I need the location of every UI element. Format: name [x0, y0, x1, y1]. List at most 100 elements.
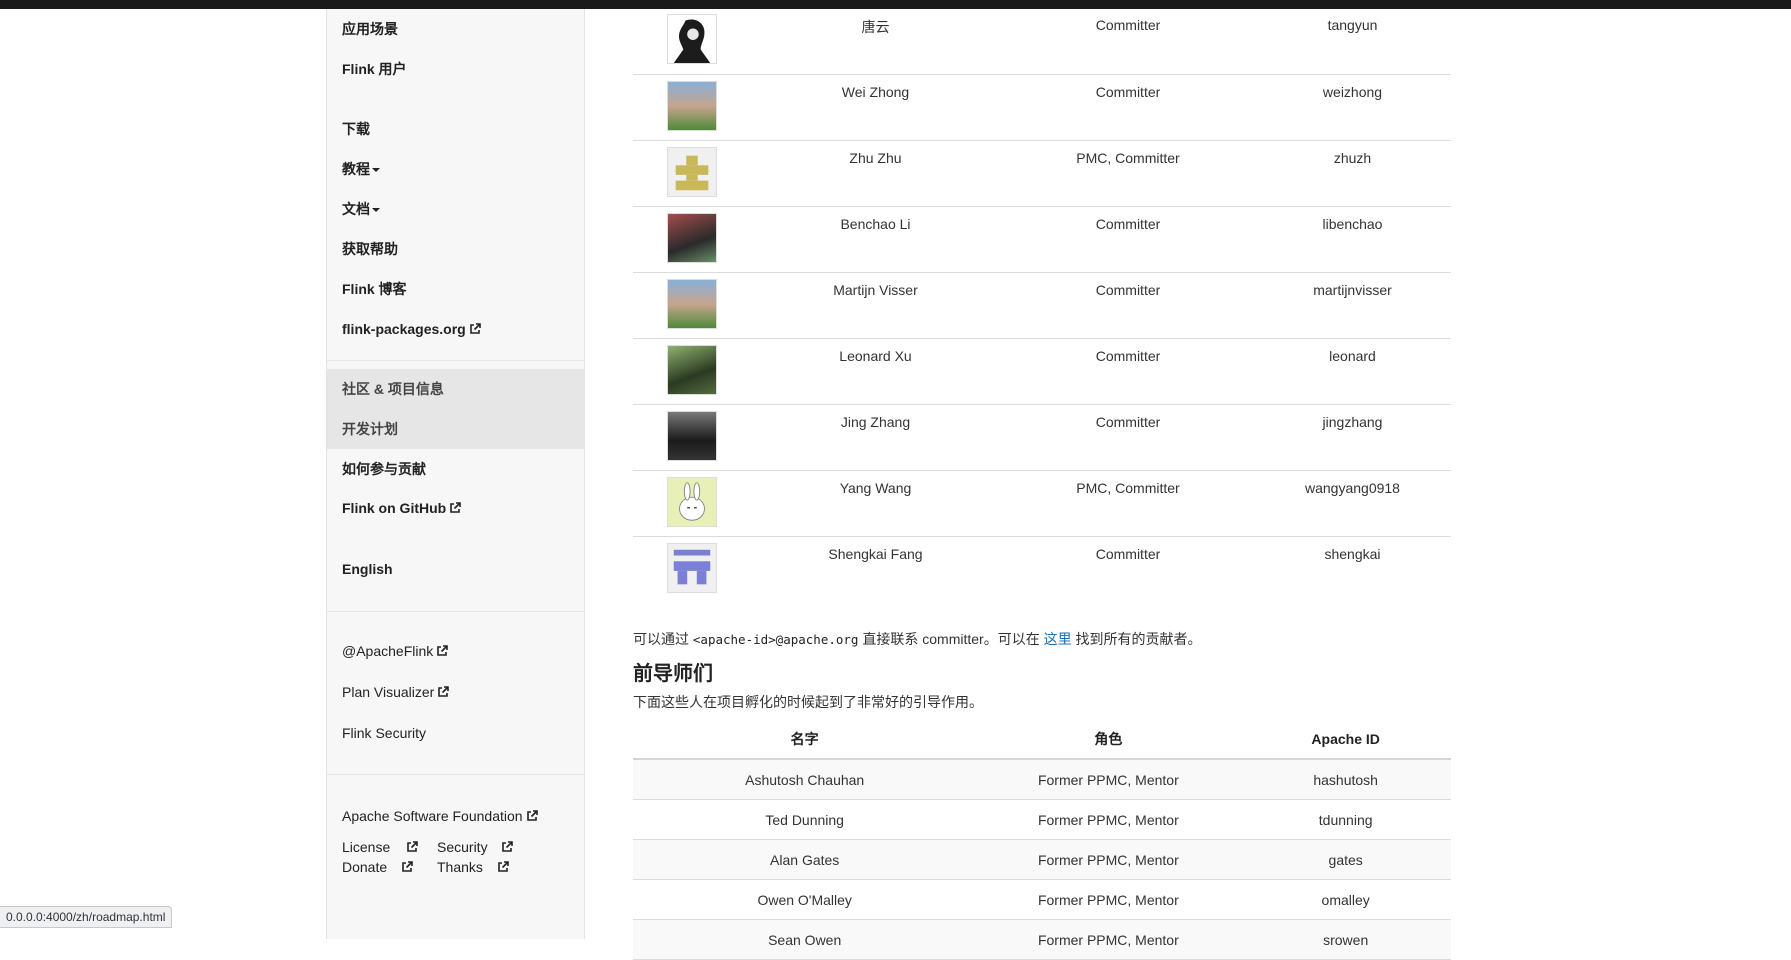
committer-role: PMC, Committer [1002, 140, 1254, 207]
column-header-apache-id: Apache ID [1240, 720, 1451, 760]
mentor-name: Owen O'Malley [633, 879, 977, 920]
committer-apache-id: zhuzh [1254, 140, 1451, 207]
committer-apache-id: tangyun [1254, 8, 1451, 75]
avatar [667, 14, 717, 64]
nav-item-downloads[interactable]: 下载 [327, 109, 584, 149]
external-link-icon [502, 841, 514, 852]
table-row: Zhu Zhu PMC, Committer zhuzh [633, 140, 1451, 207]
external-link-icon [469, 323, 481, 334]
avatar [667, 146, 717, 197]
table-row: Wei Zhong Committer weizhong [633, 74, 1451, 141]
avatar [667, 410, 717, 461]
mentor-role: Former PPMC, Mentor [976, 759, 1241, 800]
committer-role: Committer [1002, 206, 1254, 273]
nav-item-use-cases[interactable]: 应用场景 [327, 9, 584, 49]
nav-link-flink-security[interactable]: Flink Security [327, 713, 584, 753]
nav-item-label: flink-packages.org [342, 321, 466, 337]
nav-item-get-help[interactable]: 获取帮助 [327, 229, 584, 269]
nav-item-community[interactable]: 社区 & 项目信息 [327, 369, 584, 409]
nav-item-blog[interactable]: Flink 博客 [327, 269, 584, 309]
avatar [667, 476, 717, 527]
contact-note-suffix: 找到所有的贡献者。 [1075, 631, 1202, 647]
nav-item-label: @ApacheFlink [342, 643, 434, 659]
avatar [667, 212, 717, 263]
footer-link-donate[interactable]: Donate [342, 859, 413, 875]
mentor-apache-id: tdunning [1240, 799, 1451, 840]
nav-link-twitter[interactable]: @ApacheFlink [327, 631, 584, 671]
avatar [667, 278, 717, 329]
committer-role: PMC, Committer [1002, 470, 1254, 537]
nav-item-flink-packages[interactable]: flink-packages.org [327, 309, 584, 349]
mentor-apache-id: hashutosh [1240, 759, 1451, 800]
nav-item-roadmap[interactable]: 开发计划 [327, 409, 584, 449]
footer-link-thanks[interactable]: Thanks [437, 859, 509, 875]
nav-item-label: Flink on GitHub [342, 500, 447, 516]
table-row: 唐云 Committer tangyun [633, 8, 1451, 75]
footer-link-asf[interactable]: Apache Software Foundation [342, 808, 538, 824]
nav-item-label: 下载 [342, 121, 370, 137]
nav-item-label: Plan Visualizer [342, 684, 435, 700]
nav-item-label: English [342, 561, 393, 577]
contact-note: 可以通过 <apache-id>@apache.org 直接联系 committ… [633, 629, 1201, 649]
nav-item-label: 社区 & 项目信息 [342, 381, 444, 397]
nav-item-label: Flink 博客 [342, 281, 407, 297]
committer-name: Leonard Xu [749, 338, 1002, 405]
footer-link-security[interactable]: Security [437, 839, 514, 855]
external-link-icon [437, 645, 449, 656]
nav-link-plan-visualizer[interactable]: Plan Visualizer [327, 672, 584, 712]
mentors-description: 下面这些人在项目孵化的时候起到了非常好的引导作用。 [633, 694, 983, 710]
nav-item-label: 开发计划 [342, 421, 398, 437]
committer-role: Committer [1095, 545, 1161, 562]
table-header-row: 名字 角色 Apache ID [633, 720, 1451, 760]
committers-table: 唐云 Committer tangyun Wei Zhong Committer… [633, 8, 1451, 602]
link-status-bar: 0.0.0.0:4000/zh/roadmap.html [0, 906, 173, 928]
footer-link-label: Donate [342, 859, 388, 875]
footer-link-label: Apache Software Foundation [342, 808, 523, 824]
avatar-cell [633, 272, 749, 339]
caret-down-icon [372, 208, 380, 213]
avatar-cell [633, 206, 749, 273]
committer-name: Jing Zhang [749, 404, 1002, 471]
nav-item-docs[interactable]: 文档 [327, 189, 584, 229]
nav-item-label: 应用场景 [342, 21, 398, 37]
avatar [667, 80, 717, 131]
committer-name: Wei Zhong [749, 74, 1002, 141]
mentor-name: Ted Dunning [633, 799, 977, 840]
footer-link-license[interactable]: License [342, 839, 418, 855]
table-row: Shengkai Fang Committer shengkai [633, 536, 1451, 602]
committer-name: Martijn Visser [749, 272, 1002, 339]
column-header-role: 角色 [976, 720, 1241, 760]
mentors-heading: 前导师们 [633, 663, 713, 685]
committer-role: Committer [1002, 8, 1254, 75]
avatar-cell [633, 536, 749, 602]
footer-link-label: License [342, 839, 391, 855]
nav-item-label: 文档 [342, 201, 370, 217]
avatar-cell [633, 8, 749, 75]
avatar [667, 542, 717, 593]
table-row: Jing Zhang Committer jingzhang [633, 404, 1451, 471]
sidebar-nav: 应用场景 Flink 用户 下载 教程 文档 获取帮助 Flink 博客 fli… [326, 9, 585, 939]
nav-item-contribute[interactable]: 如何参与贡献 [327, 449, 584, 489]
table-row: Martijn Visser Committer martijnvisser [633, 272, 1451, 339]
nav-divider [327, 611, 584, 612]
nav-item-label: 教程 [342, 161, 370, 177]
mentor-role: Former PPMC, Mentor [976, 799, 1241, 840]
committer-apache-id: libenchao [1254, 206, 1451, 273]
contributors-link[interactable]: 这里 [1044, 631, 1072, 647]
committer-name: Benchao Li [749, 206, 1002, 273]
table-row: Ashutosh Chauhan Former PPMC, Mentor has… [633, 759, 1451, 800]
external-link-icon [450, 502, 462, 513]
nav-item-label: Flink 用户 [342, 61, 407, 77]
nav-item-english[interactable]: English [327, 549, 584, 589]
external-link-icon [526, 810, 538, 821]
avatar-cell [633, 404, 749, 471]
avatar-cell [633, 74, 749, 141]
mentor-role: Former PPMC, Mentor [976, 879, 1241, 920]
contact-note-prefix: 可以通过 [633, 631, 689, 647]
avatar-cell [633, 470, 749, 537]
nav-item-flink-users[interactable]: Flink 用户 [327, 49, 584, 89]
table-row: Leonard Xu Committer leonard [633, 338, 1451, 405]
nav-item-flink-github[interactable]: Flink on GitHub [327, 488, 584, 528]
mentors-table: 名字 角色 Apache ID Ashutosh Chauhan Former … [633, 720, 1451, 960]
nav-item-tutorials[interactable]: 教程 [327, 149, 584, 189]
